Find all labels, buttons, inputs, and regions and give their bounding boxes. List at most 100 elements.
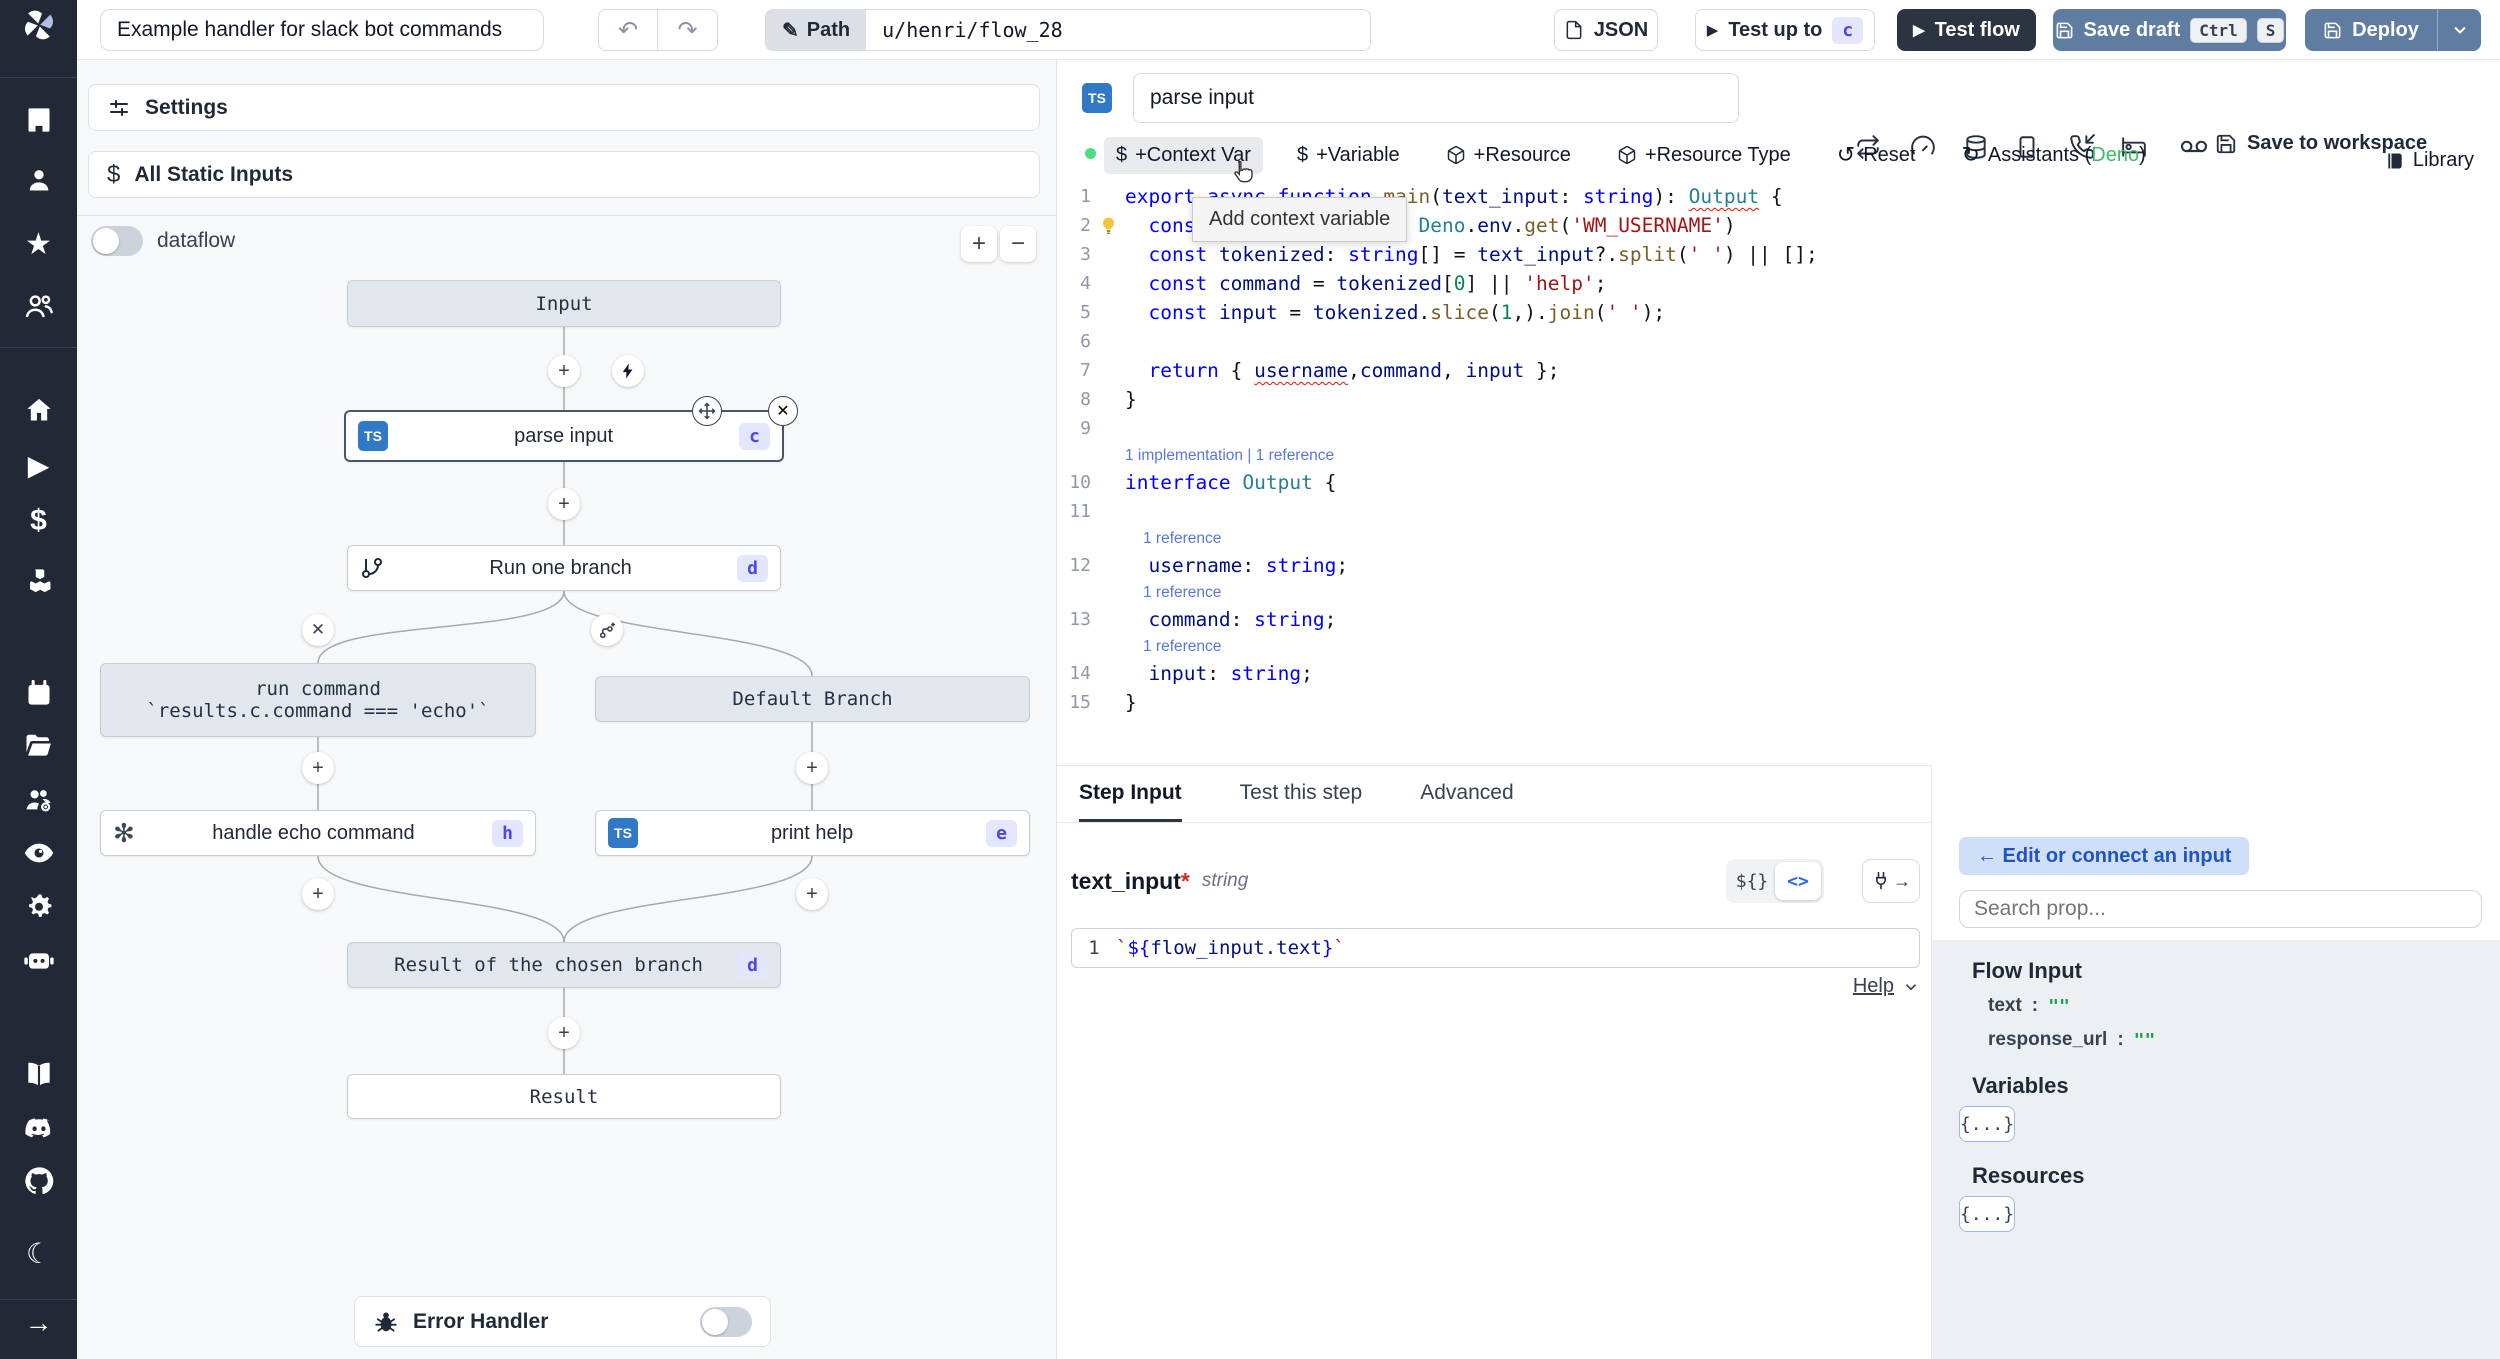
variable-button[interactable]: $ +Variable (1285, 137, 1412, 174)
line-number: 2 (1080, 215, 1091, 236)
flow-node-run-one-branch[interactable]: Run one branch d (347, 545, 781, 591)
flow-input-entry-text[interactable]: text: "" (1988, 995, 2070, 1017)
code-mode-button[interactable]: <> (1775, 862, 1821, 900)
users-cog-icon[interactable] (0, 778, 77, 822)
connect-input-button[interactable]: → (1862, 859, 1920, 903)
insert-step-button[interactable]: + (548, 488, 580, 520)
insert-step-button[interactable]: + (302, 752, 334, 784)
insert-step-button[interactable]: + (548, 355, 580, 387)
insert-step-button[interactable]: + (548, 1017, 580, 1049)
discord-icon[interactable] (0, 1107, 77, 1151)
code-line-4[interactable]: 4 const command = tokenized[0] || 'help'… (1057, 269, 2500, 298)
test-up-to-button[interactable]: ▶ Test up to c (1695, 9, 1875, 51)
assistants-button[interactable]: ↻ Assistants (Deno) (1949, 135, 2157, 175)
code-line-9[interactable]: 9 (1057, 414, 2500, 443)
error-handler-row[interactable]: Error Handler (354, 1296, 771, 1347)
tab-advanced[interactable]: Advanced (1420, 766, 1513, 822)
codelens[interactable]: 1 reference (1057, 580, 2500, 605)
code-line-6[interactable]: 6 (1057, 327, 2500, 356)
code-line-7[interactable]: 7 return { username,command, input }; (1057, 356, 2500, 385)
lightbulb-icon[interactable] (1099, 216, 1118, 235)
codelens[interactable]: 1 reference (1057, 634, 2500, 659)
insert-step-button[interactable]: + (796, 752, 828, 784)
codelens[interactable]: 1 implementation | 1 reference (1057, 443, 2500, 468)
resource-button[interactable]: +Resource (1434, 137, 1583, 174)
code-line-12[interactable]: 12 username: string; (1057, 551, 2500, 580)
tab-step-input[interactable]: Step Input (1079, 766, 1182, 822)
flow-node-run-command-branch[interactable]: run command `results.c.command === 'echo… (100, 663, 536, 737)
insert-step-button[interactable]: + (796, 878, 828, 910)
flow-node-default-branch[interactable]: Default Branch (595, 676, 1030, 722)
flow-node-result[interactable]: Result (347, 1074, 781, 1119)
play-icon[interactable]: ▶ (0, 443, 77, 487)
code-line-8[interactable]: 8} (1057, 385, 2500, 414)
path-field[interactable]: ✎ Path u/henri/flow_28 (765, 9, 1371, 51)
dollar-icon[interactable]: $ (0, 499, 77, 543)
boxes-icon[interactable] (0, 558, 77, 602)
json-button[interactable]: JSON (1554, 9, 1658, 51)
code-line-3[interactable]: 3 const tokenized: string[] = text_input… (1057, 240, 2500, 269)
users-icon[interactable] (0, 284, 77, 328)
user-icon[interactable] (0, 158, 77, 202)
deploy-dropdown-button[interactable] (2437, 9, 2481, 51)
flow-node-input[interactable]: Input (347, 280, 781, 327)
moon-icon[interactable]: ☾ (0, 1231, 77, 1275)
gear-icon[interactable] (0, 885, 77, 929)
flow-node-print-help[interactable]: TS print help e (595, 810, 1030, 856)
edit-connect-input-button[interactable]: ← Edit or connect an input (1959, 837, 2250, 875)
trigger-step-button[interactable] (612, 355, 644, 387)
path-value: u/henri/flow_28 (882, 18, 1063, 42)
tab-test-this-step[interactable]: Test this step (1240, 766, 1363, 822)
move-step-button[interactable] (692, 396, 722, 426)
remove-branch-button[interactable]: ✕ (302, 614, 334, 646)
step-name-input[interactable]: parse input (1133, 73, 1739, 123)
windmill-logo-icon[interactable] (0, 3, 77, 47)
test-flow-button[interactable]: ▶ Test flow (1897, 9, 2036, 51)
redo-button[interactable]: ↷ (658, 9, 718, 51)
search-prop-input[interactable] (1959, 890, 2482, 928)
flow-node-parse-input[interactable]: TS parse input c ✕ (344, 396, 798, 462)
help-link[interactable]: Help (1812, 975, 1920, 998)
add-branch-button[interactable] (591, 614, 623, 646)
robot-icon[interactable] (0, 938, 77, 982)
insert-step-button[interactable]: + (302, 878, 334, 910)
code-line-13[interactable]: 13 command: string; (1057, 605, 2500, 634)
flow-input-entry-response_url[interactable]: response_url: "" (1988, 1029, 2155, 1051)
code-line-14[interactable]: 14 input: string; (1057, 659, 2500, 688)
eye-icon[interactable] (0, 831, 77, 875)
flow-title-input[interactable]: Example handler for slack bot commands (100, 9, 544, 51)
delete-step-button[interactable]: ✕ (768, 396, 798, 426)
save-draft-button[interactable]: Save draft Ctrl S (2053, 9, 2286, 51)
template-mode-button[interactable]: ${} (1729, 862, 1775, 900)
codelens[interactable]: 1 reference (1057, 526, 2500, 551)
arrow-right-icon[interactable]: → (0, 1301, 77, 1345)
deploy-button[interactable]: Deploy (2305, 9, 2437, 51)
code-line-5[interactable]: 5 const input = tokenized.slice(1,).join… (1057, 298, 2500, 327)
expression-input[interactable]: 1 `${flow_input.text}` (1071, 928, 1920, 968)
resources-expand-button[interactable]: {...} (1959, 1196, 2015, 1232)
flow-node-result-of-chosen-branch[interactable]: Result of the chosen branch d (347, 942, 781, 988)
resource-type-button[interactable]: +Resource Type (1605, 137, 1803, 174)
plug-icon (1871, 871, 1891, 891)
book-icon[interactable] (0, 1052, 77, 1096)
code-line-10[interactable]: 10 interface Output { (1057, 468, 2500, 497)
star-icon[interactable]: ★ (0, 222, 77, 266)
error-handler-toggle[interactable] (700, 1306, 752, 1337)
folder-open-icon[interactable] (0, 724, 77, 768)
code-editor[interactable]: 1export async function main(text_input: … (1057, 182, 2500, 717)
flow-node-handle-echo-command[interactable]: ✻ handle echo command h (100, 810, 536, 856)
library-button[interactable]: Library (2373, 142, 2486, 179)
building-icon[interactable] (0, 98, 77, 142)
sidebar-divider (0, 1299, 77, 1300)
variables-expand-button[interactable]: {...} (1959, 1106, 2015, 1142)
github-icon[interactable] (0, 1159, 77, 1203)
undo-button[interactable]: ↶ (598, 9, 658, 51)
typescript-badge: TS (358, 421, 388, 451)
code-line-15[interactable]: 15} (1057, 688, 2500, 717)
expr-code: `${flow_input.text}` (1116, 937, 1345, 959)
home-icon[interactable] (0, 388, 77, 432)
voicemail-icon[interactable] (2180, 133, 2208, 161)
reset-button[interactable]: ↺ Reset (1825, 135, 1928, 175)
code-line-11[interactable]: 11 (1057, 497, 2500, 526)
calendar-icon[interactable] (0, 671, 77, 715)
